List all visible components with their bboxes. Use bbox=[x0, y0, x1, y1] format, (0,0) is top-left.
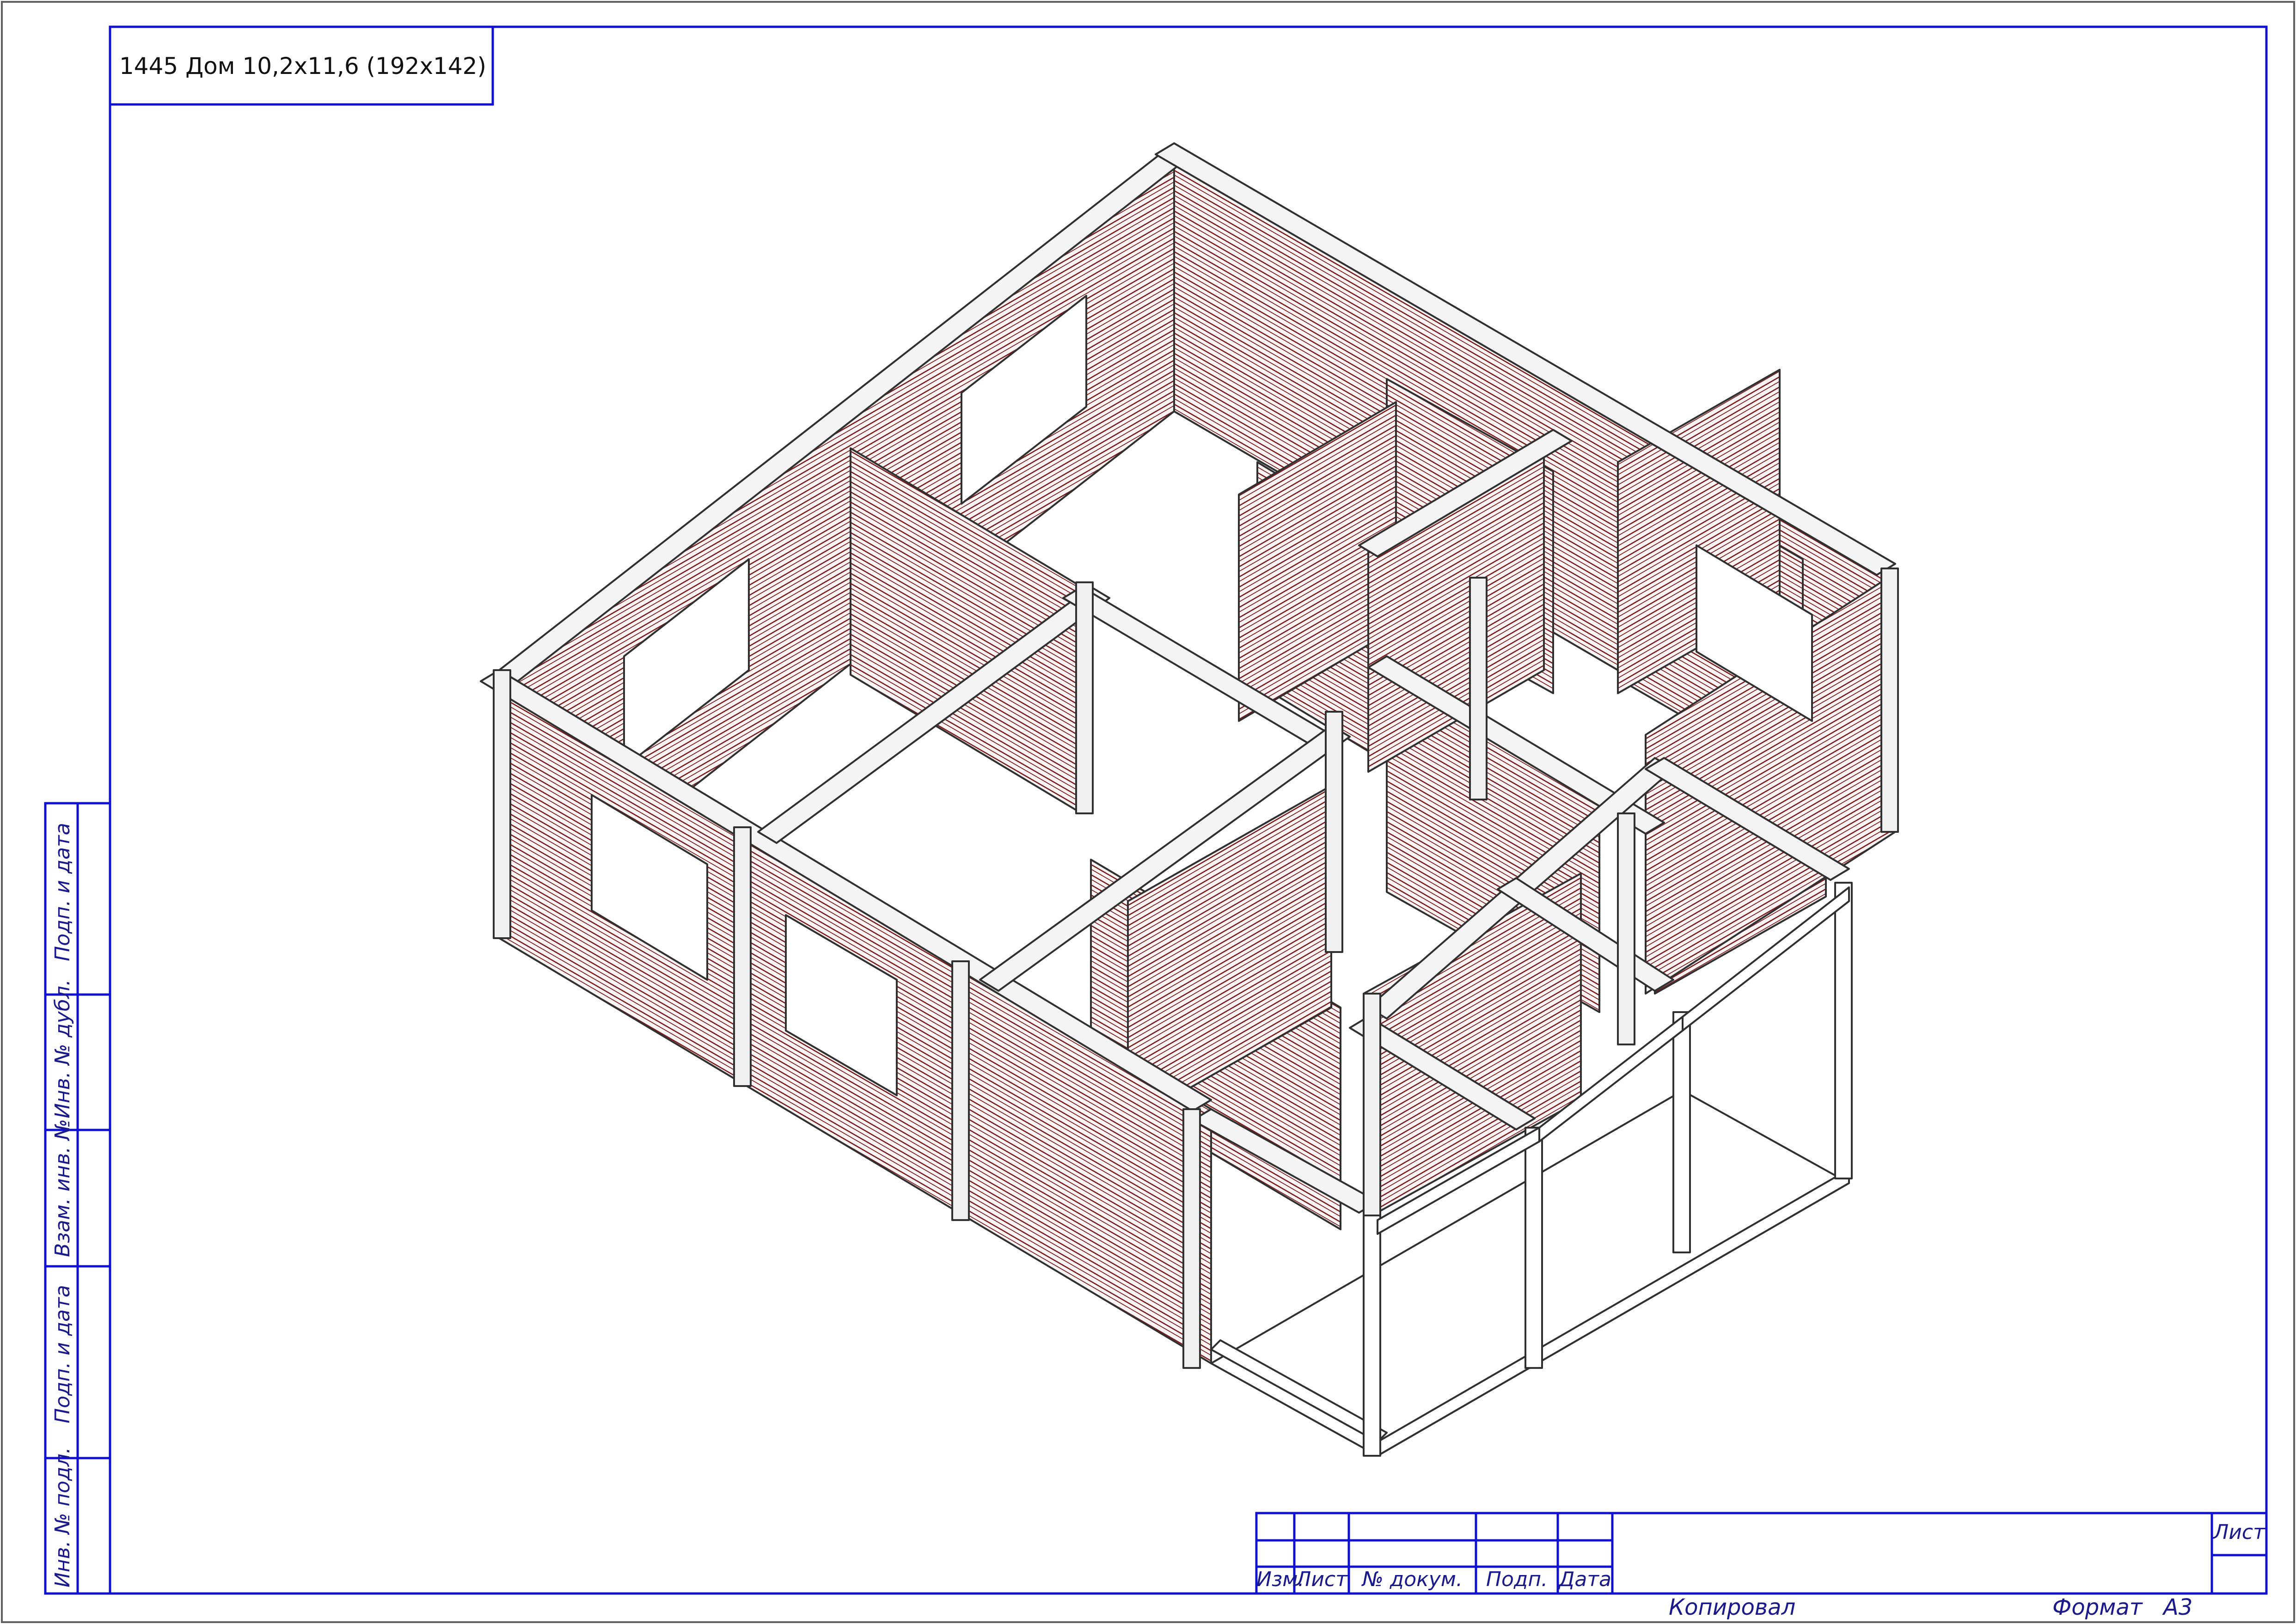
side-label-vzam-inv: Взам. инв. № bbox=[51, 1119, 74, 1257]
side-label-inv-dubl: Инв. № дубл. bbox=[51, 979, 74, 1118]
stamp-list: Лист bbox=[1296, 1568, 1347, 1591]
side-label-inv-podl: Инв. № подл. bbox=[51, 1447, 74, 1587]
footer-copied: Копировал bbox=[1669, 1594, 1796, 1620]
stamp-izm: Изм. bbox=[1256, 1568, 1304, 1591]
stamp-data: Дата bbox=[1559, 1568, 1611, 1591]
drawing-title: 1445 Дом 10,2x11,6 (192x142) bbox=[119, 53, 487, 79]
side-label-podp-data-2: Подп. и дата bbox=[51, 1285, 74, 1423]
footer-format-value: А3 bbox=[2163, 1594, 2193, 1620]
stamp-podp: Подп. bbox=[1486, 1568, 1548, 1591]
house-model bbox=[480, 142, 1899, 1457]
stamp-doc-no: № докум. bbox=[1362, 1568, 1463, 1591]
footer-format-label: Формат bbox=[2052, 1594, 2143, 1620]
drawing-sheet bbox=[1, 1, 2295, 1623]
stamp-sheet-label: Лист bbox=[2213, 1520, 2265, 1544]
side-label-podp-data-1: Подп. и дата bbox=[51, 823, 74, 961]
